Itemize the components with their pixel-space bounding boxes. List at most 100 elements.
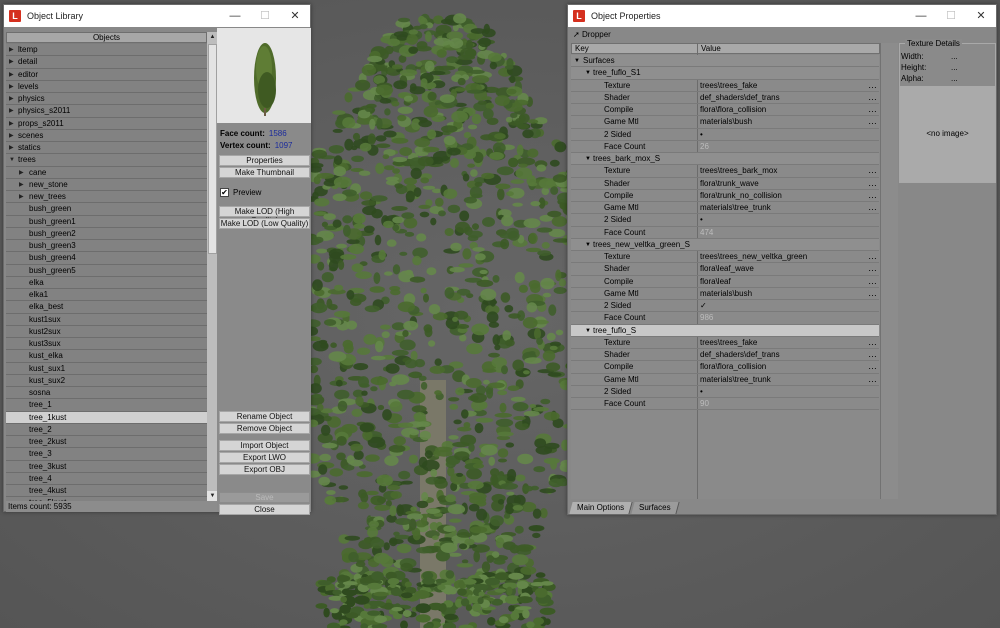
collapse-arrow-icon[interactable]: ▶	[9, 142, 14, 154]
property-value[interactable]: flora\leaf_wave	[700, 263, 754, 275]
property-value[interactable]: 986	[700, 312, 713, 324]
minimize-icon[interactable]: —	[906, 5, 936, 27]
property-value[interactable]: def_shaders\def_trans	[700, 92, 780, 104]
property-value[interactable]: •	[700, 214, 703, 226]
property-value[interactable]: 474	[700, 227, 713, 239]
tree-item[interactable]: ▶ levels	[6, 80, 207, 93]
property-row[interactable]: Game Mtl materials\bush…	[571, 288, 879, 300]
tree-item[interactable]: ▶ props_s2011	[6, 117, 207, 130]
key-column-header[interactable]: Key	[571, 43, 698, 54]
property-group-row[interactable]: ▼ Surfaces	[571, 55, 879, 68]
property-value[interactable]: 90	[700, 398, 709, 410]
ellipsis-button-icon[interactable]: …	[868, 80, 877, 90]
property-row[interactable]: Game Mtl materials\bush…	[571, 116, 879, 129]
tree-item[interactable]: ▶ ltemp	[6, 44, 207, 57]
property-row[interactable]: Game Mtl materials\tree_trunk…	[571, 202, 879, 215]
property-value[interactable]: •	[700, 386, 703, 398]
expand-arrow-icon[interactable]: ▼	[9, 154, 15, 166]
property-row[interactable]: Compile flora\flora_collision…	[571, 361, 879, 374]
property-value[interactable]: materials\bush	[700, 116, 752, 128]
expand-arrow-icon[interactable]: ▼	[585, 67, 591, 79]
property-row[interactable]: 2 Sided •	[571, 214, 879, 227]
tree-item[interactable]: bush_green	[6, 203, 207, 216]
property-value[interactable]: trees\trees_fake	[700, 337, 757, 349]
property-row[interactable]: Texture trees\trees_fake…	[571, 80, 879, 92]
collapse-arrow-icon[interactable]: ▶	[9, 69, 14, 81]
tree-item[interactable]: tree_2kust	[6, 436, 207, 449]
tree-item[interactable]: bush_green2	[6, 227, 207, 240]
collapse-arrow-icon[interactable]: ▶	[9, 44, 14, 56]
property-value[interactable]: flora\flora_collision	[700, 361, 766, 373]
tree-item[interactable]: kust3sux	[6, 338, 207, 351]
ellipsis-button-icon[interactable]: …	[868, 178, 877, 188]
collapse-arrow-icon[interactable]: ▶	[9, 56, 14, 68]
expand-arrow-icon[interactable]: ▼	[585, 153, 591, 165]
tree-item[interactable]: ▶ new_stone	[6, 178, 207, 191]
tree-item[interactable]: tree_3kust	[6, 460, 207, 473]
ellipsis-button-icon[interactable]: …	[868, 116, 877, 126]
property-group-row[interactable]: ▼ tree_fuflo_S1	[571, 67, 879, 80]
expand-arrow-icon[interactable]: ▼	[574, 55, 580, 67]
tree-item[interactable]: ▶ new_trees	[6, 191, 207, 204]
property-row[interactable]: Compile flora\leaf…	[571, 276, 879, 288]
properties-button[interactable]: Properties	[219, 155, 310, 166]
tree-item[interactable]: bush_green5	[6, 264, 207, 277]
property-value[interactable]: flora\trunk_no_collision	[700, 190, 782, 202]
tree-item[interactable]: bush_green3	[6, 240, 207, 253]
property-value[interactable]: materials\bush	[700, 288, 752, 300]
property-value[interactable]: trees\trees_fake	[700, 80, 757, 92]
property-group-row[interactable]: ▼ trees_bark_mox_S	[571, 153, 879, 166]
tab-main-options[interactable]: Main Options	[569, 502, 633, 514]
property-grid[interactable]: Key Value ▼ Surfaces ▼ tree_fuflo_S1 Texture…	[571, 43, 898, 499]
close-icon[interactable]: ✕	[280, 5, 310, 27]
tree-item[interactable]: tree_4	[6, 472, 207, 485]
property-row[interactable]: Face Count 90	[571, 398, 879, 411]
ellipsis-button-icon[interactable]: …	[868, 374, 877, 384]
ellipsis-button-icon[interactable]: …	[868, 349, 877, 359]
preview-checkbox[interactable]: ✔	[220, 188, 229, 197]
ellipsis-button-icon[interactable]: …	[868, 251, 877, 261]
property-row[interactable]: Face Count 26	[571, 141, 879, 153]
export-lwo-button[interactable]: Export LWO	[219, 452, 310, 463]
property-value[interactable]: trees\trees_bark_mox	[700, 165, 777, 177]
ellipsis-button-icon[interactable]: …	[868, 104, 877, 114]
remove-object-button[interactable]: Remove Object	[219, 423, 310, 434]
object-tree[interactable]: Objects ▶ ltemp ▶ detail ▶ editor ▶ levels ▶ phys…	[6, 32, 218, 503]
ellipsis-button-icon[interactable]: …	[868, 92, 877, 102]
collapse-arrow-icon[interactable]: ▶	[19, 167, 24, 179]
expand-arrow-icon[interactable]: ▼	[585, 239, 591, 251]
collapse-arrow-icon[interactable]: ▶	[9, 105, 14, 117]
tab-surfaces[interactable]: Surfaces	[631, 502, 680, 514]
tree-item[interactable]: sosna	[6, 387, 207, 400]
property-row[interactable]: Shader flora\trunk_wave…	[571, 178, 879, 190]
property-value[interactable]: materials\tree_trunk	[700, 374, 771, 386]
property-row[interactable]: Texture trees\trees_new_veltka_green…	[571, 251, 879, 264]
tree-item[interactable]: ▶ cane	[6, 166, 207, 179]
minimize-icon[interactable]: —	[220, 5, 250, 27]
property-value[interactable]: def_shaders\def_trans	[700, 349, 780, 361]
value-column-header[interactable]: Value	[697, 43, 880, 54]
tree-item[interactable]: kust_sux2	[6, 374, 207, 387]
property-row[interactable]: Texture trees\trees_fake…	[571, 337, 879, 349]
tree-item[interactable]: elka	[6, 276, 207, 289]
rename-object-button[interactable]: Rename Object	[219, 411, 310, 422]
property-row[interactable]: 2 Sided ✓	[571, 300, 879, 313]
property-group-row[interactable]: ▼ tree_fuflo_S	[571, 324, 879, 337]
property-row[interactable]: Compile flora\flora_collision…	[571, 104, 879, 117]
close-icon[interactable]: ✕	[966, 5, 996, 27]
property-value[interactable]: ✓	[700, 300, 707, 312]
property-value[interactable]: 26	[700, 141, 709, 153]
property-value[interactable]: flora\trunk_wave	[700, 178, 759, 190]
property-value[interactable]: flora\leaf	[700, 276, 731, 288]
property-value[interactable]: •	[700, 129, 703, 141]
title-bar[interactable]: L Object Properties — ☐ ✕	[568, 5, 996, 27]
tree-item[interactable]: elka1	[6, 289, 207, 302]
collapse-arrow-icon[interactable]: ▶	[9, 81, 14, 93]
expand-arrow-icon[interactable]: ▼	[585, 325, 591, 337]
tree-item[interactable]: kust_elka	[6, 350, 207, 363]
property-value[interactable]: trees\trees_new_veltka_green	[700, 251, 807, 263]
tree-item[interactable]: ▶ physics	[6, 93, 207, 106]
ellipsis-button-icon[interactable]: …	[868, 337, 877, 347]
import-object-button[interactable]: Import Object	[219, 440, 310, 451]
tree-item[interactable]: tree_1kust	[6, 411, 207, 424]
